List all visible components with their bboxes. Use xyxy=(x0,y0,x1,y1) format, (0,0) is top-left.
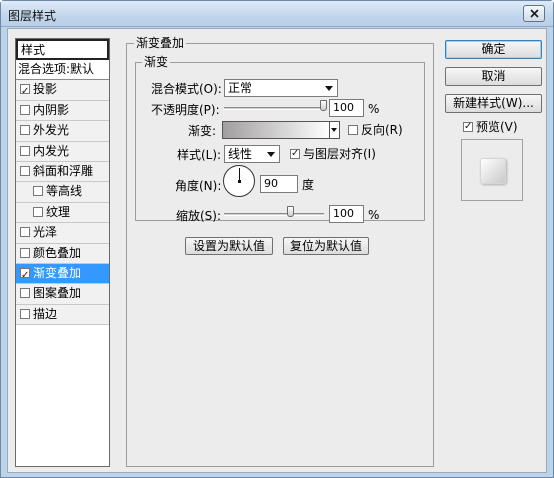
reverse-checkbox-box[interactable] xyxy=(348,125,358,135)
styles-list-header[interactable]: 样式 xyxy=(16,39,109,60)
style-list-item[interactable]: 渐变叠加 xyxy=(16,263,109,285)
style-list-item-label: 光泽 xyxy=(33,225,58,240)
ok-button[interactable]: 确定 xyxy=(445,40,542,59)
preview-checkbox[interactable]: 预览(V) xyxy=(463,120,518,134)
style-list-item[interactable]: 纹理 xyxy=(16,202,109,224)
style-checkbox[interactable] xyxy=(33,206,43,217)
angle-label: 角度(N): xyxy=(175,179,222,193)
style-list-item-label: 颜色叠加 xyxy=(33,245,82,260)
style-list-item-label: 外发光 xyxy=(33,123,70,138)
styles-list: 样式 混合选项:默认投影内阴影外发光内发光斜面和浮雕等高线纹理光泽颜色叠加渐变叠… xyxy=(15,38,110,467)
preview-checkbox-box[interactable] xyxy=(463,120,473,134)
style-list-item-label: 斜面和浮雕 xyxy=(33,163,94,178)
new-style-button[interactable]: 新建样式(W)... xyxy=(445,94,542,113)
gradient-overlay-title: 渐变叠加 xyxy=(134,36,187,50)
style-value: 线性 xyxy=(228,147,253,161)
angle-input[interactable]: 90 xyxy=(260,175,298,193)
gradient-subgroup-title: 渐变 xyxy=(142,55,171,69)
chevron-down-icon xyxy=(267,152,275,157)
blend-mode-label: 混合模式(O): xyxy=(151,82,222,96)
preview-swatch xyxy=(480,158,506,184)
scale-unit: % xyxy=(368,208,380,222)
style-list-item[interactable]: 图案叠加 xyxy=(16,284,109,305)
style-dropdown[interactable]: 线性 xyxy=(224,145,280,163)
style-list-item[interactable]: 混合选项:默认 xyxy=(16,60,109,81)
angle-dial[interactable] xyxy=(223,165,255,197)
style-list-item-label: 混合选项:默认 xyxy=(18,62,95,76)
opacity-unit: % xyxy=(368,102,380,116)
reverse-label: 反向(R) xyxy=(361,123,403,137)
scale-slider-thumb[interactable] xyxy=(286,206,294,217)
gradient-picker[interactable] xyxy=(222,121,330,139)
dialog-body: 样式 混合选项:默认投影内阴影外发光内发光斜面和浮雕等高线纹理光泽颜色叠加渐变叠… xyxy=(7,28,547,473)
style-list-item[interactable]: 描边 xyxy=(16,304,109,326)
opacity-label: 不透明度(P): xyxy=(151,103,220,117)
style-checkbox[interactable] xyxy=(20,165,30,176)
style-checkbox[interactable] xyxy=(20,125,30,136)
title-bar[interactable]: 图层样式 xyxy=(1,1,553,27)
scale-label: 缩放(S): xyxy=(176,209,222,223)
align-checkbox-box[interactable] xyxy=(290,147,300,161)
cancel-button[interactable]: 取消 xyxy=(445,67,542,86)
blend-mode-value: 正常 xyxy=(228,81,253,95)
style-list-item[interactable]: 内发光 xyxy=(16,141,109,162)
align-label: 与图层对齐(I) xyxy=(303,147,376,161)
blend-mode-dropdown[interactable]: 正常 xyxy=(224,79,338,97)
opacity-input[interactable]: 100 xyxy=(329,99,364,117)
style-checkbox[interactable] xyxy=(20,82,30,101)
gradient-dropdown-arrow[interactable] xyxy=(330,121,340,139)
style-checkbox[interactable] xyxy=(33,186,43,197)
style-list-item[interactable]: 光泽 xyxy=(16,223,109,244)
reverse-checkbox[interactable]: 反向(R) xyxy=(348,123,403,137)
style-checkbox[interactable] xyxy=(20,266,30,285)
scale-slider-track[interactable] xyxy=(224,213,324,216)
reset-default-button[interactable]: 复位为默认值 xyxy=(283,237,369,255)
style-checkbox[interactable] xyxy=(20,308,30,319)
align-with-layer-checkbox[interactable]: 与图层对齐(I) xyxy=(290,147,376,161)
style-list-item[interactable]: 等高线 xyxy=(16,182,109,203)
dialog-title: 图层样式 xyxy=(8,9,57,23)
make-default-button[interactable]: 设置为默认值 xyxy=(185,237,273,255)
style-list-item-label: 内阴影 xyxy=(33,102,70,117)
styles-list-items: 混合选项:默认投影内阴影外发光内发光斜面和浮雕等高线纹理光泽颜色叠加渐变叠加图案… xyxy=(16,60,109,326)
angle-unit: 度 xyxy=(302,178,315,192)
style-checkbox[interactable] xyxy=(20,247,30,258)
scale-input[interactable]: 100 xyxy=(329,205,364,223)
style-list-item[interactable]: 投影 xyxy=(16,80,109,101)
style-preview xyxy=(461,139,523,201)
style-label: 样式(L): xyxy=(177,148,222,162)
style-list-item[interactable]: 斜面和浮雕 xyxy=(16,161,109,183)
style-list-item[interactable]: 颜色叠加 xyxy=(16,243,109,264)
style-checkbox[interactable] xyxy=(20,227,30,238)
style-list-item-label: 等高线 xyxy=(46,184,83,199)
close-icon xyxy=(529,9,539,18)
gradient-label: 渐变: xyxy=(188,124,217,138)
style-list-item-label: 投影 xyxy=(33,82,58,97)
chevron-down-icon xyxy=(325,86,333,91)
close-button[interactable] xyxy=(523,5,545,22)
style-list-item[interactable]: 外发光 xyxy=(16,121,109,142)
style-list-item-label: 描边 xyxy=(33,306,58,321)
opacity-slider-track[interactable] xyxy=(224,107,324,110)
angle-dial-center xyxy=(238,180,241,183)
style-list-item-label: 纹理 xyxy=(46,204,71,219)
style-list-item[interactable]: 内阴影 xyxy=(16,100,109,122)
style-list-item-label: 渐变叠加 xyxy=(33,265,82,280)
style-checkbox[interactable] xyxy=(20,145,30,156)
opacity-slider-thumb[interactable] xyxy=(320,100,327,111)
style-checkbox[interactable] xyxy=(20,104,30,115)
style-list-item-label: 内发光 xyxy=(33,143,70,158)
style-list-item-label: 图案叠加 xyxy=(33,286,82,301)
layer-style-dialog: 图层样式 样式 混合选项:默认投影内阴影外发光内发光斜面和浮雕等高线纹理光泽颜色… xyxy=(0,0,554,478)
preview-label: 预览(V) xyxy=(476,120,518,134)
style-checkbox[interactable] xyxy=(20,288,30,299)
